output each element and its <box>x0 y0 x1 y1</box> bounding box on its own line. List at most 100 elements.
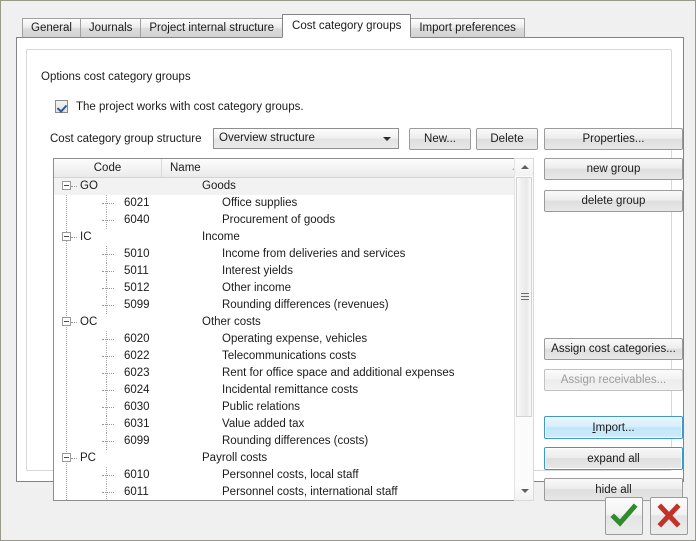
tree-child-row[interactable]: 6040 Procurement of goods <box>54 212 517 229</box>
new-structure-button[interactable]: New... <box>409 128 471 150</box>
tree-cell-name: Rounding differences (costs) <box>222 435 369 447</box>
tree-cell-code: 6011 <box>54 484 194 500</box>
structure-combobox-value: Overview structure <box>219 132 315 144</box>
cost-category-group-tree[interactable]: Code Name GO Goods 6021 Office supplies 6040… <box>53 158 534 501</box>
tree-group-row[interactable]: IC Income <box>54 229 517 246</box>
tree-child-row[interactable]: 5099 Rounding differences (revenues) <box>54 297 517 314</box>
tree-cell-name: Procurement of goods <box>222 214 336 226</box>
collapse-toggle-icon[interactable] <box>62 317 71 326</box>
tree-child-row[interactable]: 5012 Other income <box>54 280 517 297</box>
assign-cost-categories-button[interactable]: Assign cost categories... <box>544 338 683 360</box>
scrollbar-thumb[interactable] <box>516 177 532 417</box>
new-group-button[interactable]: new group <box>544 158 683 180</box>
tree-code-text: 5012 <box>124 282 150 294</box>
tree-cell-name: Personnel costs, local staff <box>222 469 359 481</box>
tree-cell-code: 6023 <box>54 365 194 382</box>
tree-code-text: 6022 <box>124 350 150 362</box>
tree-code-text: 5011 <box>124 265 149 277</box>
tree-connector-line <box>102 305 114 307</box>
collapse-toggle-icon[interactable] <box>62 232 71 241</box>
tree-cell-name: Payroll costs <box>202 452 268 464</box>
scrollbar-up-button[interactable] <box>515 159 533 176</box>
tree-cell-name: Rent for office space and additional exp… <box>222 367 455 379</box>
tree-code-text: 6021 <box>124 197 150 209</box>
tree-cell-name: Interest yields <box>222 265 293 277</box>
tree-group-row[interactable]: OC Other costs <box>54 314 517 331</box>
tree-cell-name: Operating expense, vehicles <box>222 333 368 345</box>
import-button[interactable]: Import... <box>544 416 683 439</box>
tab-journals[interactable]: Journals <box>79 18 142 38</box>
tree-code-text: 6040 <box>124 214 150 226</box>
tree-rows: GO Goods 6021 Office supplies 6040 Procuremen… <box>54 178 517 500</box>
tree-child-row[interactable]: 6031 Value added tax <box>54 416 517 433</box>
tree-connector-line <box>102 390 114 392</box>
tab-label: Project internal structure <box>149 22 275 34</box>
tree-code-text: 6024 <box>124 384 150 396</box>
options-dialog-window: General Journals Project internal structur… <box>0 0 696 541</box>
tree-child-row[interactable]: 5011 Interest yields <box>54 263 517 280</box>
structure-combobox[interactable]: Overview structure <box>213 128 399 149</box>
tree-child-row[interactable]: 6030 Public relations <box>54 399 517 416</box>
tree-child-row[interactable]: 6099 Rounding differences (costs) <box>54 433 517 450</box>
tree-child-row[interactable]: 6020 Operating expense, vehicles <box>54 331 517 348</box>
tree-connector-line <box>102 424 114 426</box>
properties-button[interactable]: Properties... <box>544 128 683 150</box>
tree-cell-name: Other income <box>222 282 292 294</box>
works-with-groups-checkbox[interactable] <box>55 100 68 113</box>
triangle-up-icon <box>521 165 529 169</box>
tree-code-text: 5099 <box>124 299 150 311</box>
tree-cell-code: 5011 <box>54 263 194 280</box>
tree-child-row[interactable]: 6023 Rent for office space and additional… <box>54 365 517 382</box>
tree-code-text: 6099 <box>124 435 150 447</box>
tree-cell-code: 6022 <box>54 348 194 365</box>
tree-code-text: OC <box>80 316 98 328</box>
tree-connector-line <box>71 322 77 324</box>
tab-import-preferences[interactable]: Import preferences <box>410 18 525 38</box>
window-client-area: General Journals Project internal structur… <box>4 4 694 539</box>
tree-cell-name: Incidental remittance costs <box>222 384 359 396</box>
tree-cell-name: Value added tax <box>222 418 305 430</box>
delete-structure-button[interactable]: Delete <box>476 128 538 150</box>
tree-cell-code: 6099 <box>54 433 194 450</box>
tree-child-row[interactable]: 6022 Telecommunications costs <box>54 348 517 365</box>
tab-cost-category-groups[interactable]: Cost category groups <box>282 14 412 38</box>
tab-general[interactable]: General <box>22 18 81 38</box>
tree-cell-name: Other costs <box>202 316 261 328</box>
tree-child-row[interactable]: 6021 Office supplies <box>54 195 517 212</box>
tree-child-row[interactable]: 6010 Personnel costs, local staff <box>54 467 517 484</box>
tree-cell-code: 6030 <box>54 399 194 416</box>
column-header-name[interactable]: Name <box>162 159 533 177</box>
expand-all-button[interactable]: expand all <box>544 447 683 470</box>
tree-cell-name: Income from deliveries and services <box>222 248 406 260</box>
tab-page-cost-category-groups: Options cost category groups The project… <box>16 37 684 501</box>
tree-child-row[interactable]: 5010 Income from deliveries and services <box>54 246 517 263</box>
works-with-groups-label: The project works with cost category gro… <box>76 100 304 113</box>
ok-button[interactable] <box>605 497 643 535</box>
close-x-icon <box>657 503 681 528</box>
tree-connector-line <box>102 288 114 290</box>
tree-group-row[interactable]: GO Goods <box>54 178 517 195</box>
works-with-groups-checkbox-row[interactable]: The project works with cost category gro… <box>55 100 304 113</box>
tree-child-row[interactable]: 6024 Incidental remittance costs <box>54 382 517 399</box>
collapse-toggle-icon[interactable] <box>62 181 71 190</box>
delete-group-button[interactable]: delete group <box>544 190 683 212</box>
tab-project-internal-structure[interactable]: Project internal structure <box>140 18 284 38</box>
tree-vertical-scrollbar[interactable] <box>514 158 534 501</box>
tree-group-row[interactable]: PC Payroll costs <box>54 450 517 467</box>
tree-cell-code: OC <box>54 314 202 331</box>
collapse-toggle-icon[interactable] <box>62 453 71 462</box>
tab-label: Journals <box>88 22 133 34</box>
column-header-code[interactable]: Code <box>54 159 162 177</box>
tree-connector-line <box>102 356 114 358</box>
tree-cell-code: 6020 <box>54 331 194 348</box>
tab-bar: General Journals Project internal structur… <box>22 14 525 38</box>
tree-cell-name: Telecommunications costs <box>222 350 357 362</box>
cancel-button[interactable] <box>650 497 688 535</box>
tree-cell-name: Goods <box>202 180 236 192</box>
tree-connector-line <box>102 339 114 341</box>
import-label-rest: mport... <box>595 421 635 434</box>
chevron-down-icon <box>383 137 391 141</box>
tree-child-row[interactable]: 6011 Personnel costs, international staff <box>54 484 517 500</box>
scrollbar-down-button[interactable] <box>515 483 533 500</box>
tree-code-text: 6020 <box>124 333 150 345</box>
